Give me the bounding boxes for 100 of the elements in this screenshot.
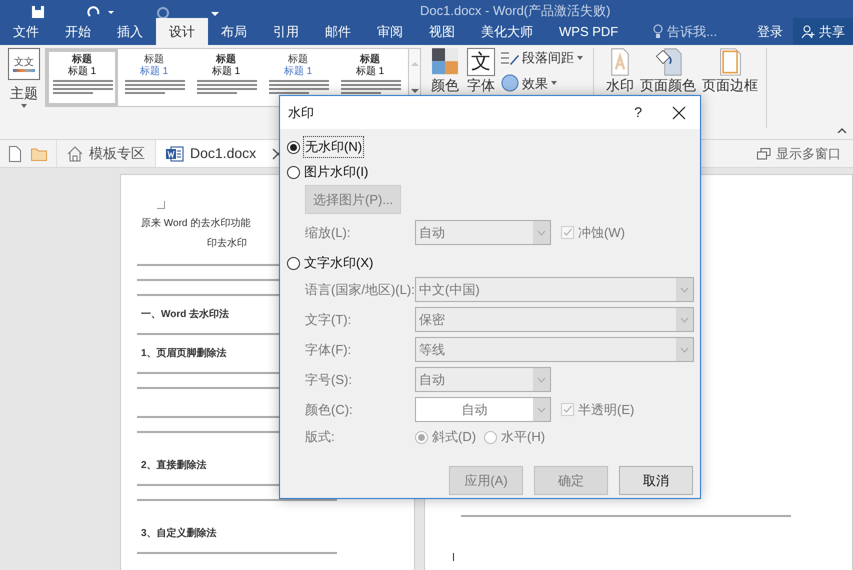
text-line — [341, 80, 401, 82]
field-label: 文字(T): — [305, 310, 352, 329]
chevron-down-icon — [537, 406, 546, 412]
text-line — [125, 92, 165, 94]
checkbox-option[interactable]: 半透明(E) — [561, 400, 634, 420]
radio-button[interactable] — [287, 256, 300, 270]
thumbnail-heading: 标题 — [287, 54, 309, 66]
text-line — [53, 88, 113, 90]
theme-button[interactable]: 文文 主题 — [5, 48, 43, 108]
style-thumbnail[interactable]: 标题 标题 1 — [334, 49, 406, 106]
watermark-button[interactable]: 水印 — [606, 48, 634, 94]
chevron-down-icon — [537, 230, 546, 236]
thumbnail-subheading: 标题 1 — [282, 66, 314, 78]
style-thumbnail[interactable]: 标题 标题 1 — [262, 49, 334, 106]
dropdown[interactable]: 保密 — [415, 307, 694, 332]
collapse-ribbon-icon[interactable] — [837, 127, 847, 133]
sign-in-button[interactable]: 登录 — [747, 18, 793, 45]
document-title: 印去水印 — [207, 237, 247, 251]
chevron-down-icon — [537, 376, 546, 382]
font-glyph-icon: 文 — [467, 48, 495, 76]
text-line — [53, 80, 113, 82]
text-line — [197, 84, 257, 86]
field-label: 字体(F): — [305, 340, 352, 359]
word-document-icon — [166, 146, 184, 162]
ribbon-tab[interactable]: 设计 — [156, 18, 208, 45]
thumbnail-subheading: 标题 1 — [354, 66, 386, 78]
person-add-icon — [801, 24, 815, 38]
dialog-title: 水印 — [288, 104, 314, 122]
close-button[interactable] — [672, 106, 686, 120]
dropdown[interactable]: 等线 — [415, 337, 694, 362]
dropdown[interactable]: 自动 — [415, 367, 551, 392]
dropdown[interactable]: 中文(中国) — [415, 277, 694, 302]
text-cursor — [453, 553, 454, 561]
radio-option[interactable]: 文字水印(X) — [287, 253, 374, 273]
watermark-page-icon — [610, 48, 630, 76]
caret-icon — [577, 56, 583, 60]
window-title: Doc1.docx - Word(产品激活失败) — [420, 4, 610, 18]
ribbon-tab[interactable]: 美化大师 — [468, 18, 546, 45]
radio-button[interactable] — [415, 430, 428, 444]
thumbnail-subheading: 标题 1 — [210, 66, 242, 78]
radio-option[interactable]: 水平(H) — [484, 427, 546, 447]
text-line — [197, 88, 257, 90]
lightbulb-icon — [653, 24, 664, 40]
document-heading: 1、页眉页脚删除法 — [141, 347, 227, 361]
undo-icon[interactable] — [86, 6, 116, 18]
style-thumbnail[interactable]: 标题 标题 1 — [190, 49, 262, 106]
ribbon-tab[interactable]: 邮件 — [312, 18, 364, 45]
radio-button[interactable] — [484, 430, 498, 444]
style-thumbnail[interactable]: 标题 标题 1 — [46, 49, 118, 106]
dialog-button[interactable]: 取消 — [619, 466, 693, 495]
paragraph-spacing-icon — [501, 50, 519, 66]
checkbox[interactable] — [561, 403, 574, 416]
checkbox[interactable] — [561, 226, 574, 239]
ribbon-tab[interactable]: 开始 — [52, 18, 104, 45]
ribbon-tab[interactable]: WPS PDF — [546, 18, 632, 45]
text-line — [197, 80, 257, 82]
colors-button[interactable]: 颜色 — [431, 48, 459, 94]
text-line — [125, 84, 185, 86]
multi-window-button[interactable]: 显示多窗口 — [757, 140, 841, 167]
share-button[interactable]: 共享 — [793, 18, 853, 45]
page-borders-button[interactable]: 页面边框 — [702, 48, 758, 94]
field-label: 版式: — [305, 428, 336, 446]
ribbon-tab[interactable]: 引用 — [260, 18, 312, 45]
effects-button[interactable]: 效果 — [501, 74, 583, 93]
windows-icon — [757, 148, 771, 160]
ribbon-tab[interactable]: 插入 — [104, 18, 156, 45]
redo-icon[interactable] — [156, 6, 170, 18]
checkbox-option[interactable]: 冲蚀(W) — [561, 222, 625, 242]
ribbon-tab[interactable]: 审阅 — [364, 18, 416, 45]
text-line — [341, 84, 401, 86]
radio-option[interactable]: 斜式(D) — [415, 427, 476, 447]
tell-me-button[interactable]: 告诉我... — [653, 18, 718, 45]
thumbnail-heading: 标题 — [72, 54, 92, 66]
document-title: 原来 Word 的去水印功能 — [141, 217, 250, 231]
help-button[interactable]: ? — [634, 102, 642, 123]
ribbon-tab[interactable]: 文件 — [0, 18, 52, 45]
text-line — [197, 92, 237, 94]
field-label: 缩放(L): — [305, 224, 352, 242]
document-heading: 3、自定义删除法 — [141, 527, 217, 541]
chevron-down-icon — [680, 346, 689, 352]
chevron-down-icon — [680, 286, 689, 292]
radio-button[interactable] — [287, 166, 300, 178]
paragraph-spacing-button[interactable]: 段落间距 — [501, 48, 583, 68]
fonts-button[interactable]: 文 字体 — [467, 48, 495, 94]
text-line — [125, 88, 185, 90]
radio-button[interactable] — [287, 140, 300, 154]
style-thumbnail[interactable]: 标题 标题 1 — [118, 49, 190, 106]
page-color-button[interactable]: 页面颜色 — [640, 48, 696, 94]
thumbnail-heading: 标题 — [360, 54, 380, 66]
text-line — [53, 92, 93, 94]
ribbon-tab[interactable]: 布局 — [208, 18, 260, 45]
new-document-icon[interactable] — [9, 146, 21, 162]
text-line — [125, 80, 185, 82]
text-line — [269, 84, 329, 86]
dropdown[interactable]: 自动 — [415, 220, 551, 245]
dropdown[interactable]: 自动 — [415, 397, 551, 422]
save-icon[interactable] — [30, 6, 46, 18]
thumbnail-subheading: 标题 1 — [66, 66, 98, 78]
field-label: 颜色(C): — [305, 400, 354, 419]
ribbon-tab[interactable]: 视图 — [416, 18, 468, 45]
